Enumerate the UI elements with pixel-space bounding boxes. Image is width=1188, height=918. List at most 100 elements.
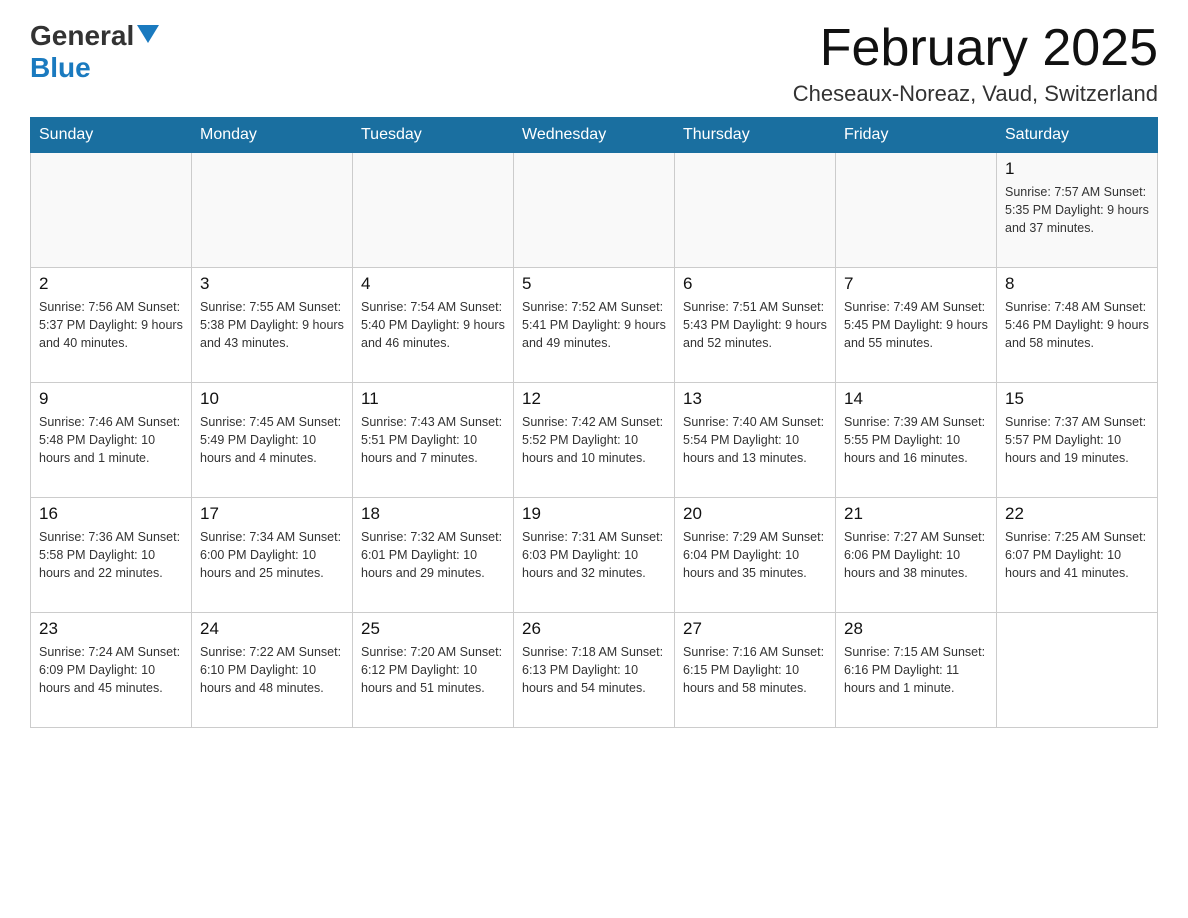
day-number: 24: [200, 619, 344, 639]
logo-general-text: General: [30, 20, 134, 52]
day-number: 5: [522, 274, 666, 294]
day-info: Sunrise: 7:18 AM Sunset: 6:13 PM Dayligh…: [522, 643, 666, 697]
calendar-cell: [192, 153, 353, 268]
calendar-cell: 13Sunrise: 7:40 AM Sunset: 5:54 PM Dayli…: [675, 383, 836, 498]
day-info: Sunrise: 7:56 AM Sunset: 5:37 PM Dayligh…: [39, 298, 183, 352]
col-monday: Monday: [192, 118, 353, 153]
calendar-cell: 11 Sunrise: 7:43 AM Sunset: 5:51 PM Dayli…: [353, 383, 514, 498]
calendar-cell: [31, 153, 192, 268]
day-info: Sunrise: 7:49 AM Sunset: 5:45 PM Dayligh…: [844, 298, 988, 352]
day-number: 1: [1005, 159, 1149, 179]
calendar-cell: 21Sunrise: 7:27 AM Sunset: 6:06 PM Dayli…: [836, 498, 997, 613]
day-info: Sunrise: 7:31 AM Sunset: 6:03 PM Dayligh…: [522, 528, 666, 582]
calendar-week-5: 23 Sunrise: 7:24 AM Sunset: 6:09 PM Dayli…: [31, 613, 1158, 728]
calendar-cell: 8 Sunrise: 7:48 AM Sunset: 5:46 PM Daylig…: [997, 268, 1158, 383]
title-section: February 2025 Cheseaux-Noreaz, Vaud, Swi…: [793, 20, 1158, 107]
col-thursday: Thursday: [675, 118, 836, 153]
calendar-cell: 12 Sunrise: 7:42 AM Sunset: 5:52 PM Dayli…: [514, 383, 675, 498]
calendar-cell: 27Sunrise: 7:16 AM Sunset: 6:15 PM Dayli…: [675, 613, 836, 728]
calendar-cell: 5 Sunrise: 7:52 AM Sunset: 5:41 PM Daylig…: [514, 268, 675, 383]
calendar-cell: 23 Sunrise: 7:24 AM Sunset: 6:09 PM Dayli…: [31, 613, 192, 728]
day-number: 16: [39, 504, 183, 524]
day-info: Sunrise: 7:43 AM Sunset: 5:51 PM Dayligh…: [361, 413, 505, 467]
calendar-title: February 2025: [793, 20, 1158, 77]
col-saturday: Saturday: [997, 118, 1158, 153]
day-number: 20: [683, 504, 827, 524]
day-info: Sunrise: 7:55 AM Sunset: 5:38 PM Dayligh…: [200, 298, 344, 352]
day-info: Sunrise: 7:34 AM Sunset: 6:00 PM Dayligh…: [200, 528, 344, 582]
day-number: 12: [522, 389, 666, 409]
calendar-cell: [836, 153, 997, 268]
calendar-table: Sunday Monday Tuesday Wednesday Thursday…: [30, 117, 1158, 728]
calendar-cell: 6 Sunrise: 7:51 AM Sunset: 5:43 PM Daylig…: [675, 268, 836, 383]
day-info: Sunrise: 7:45 AM Sunset: 5:49 PM Dayligh…: [200, 413, 344, 467]
day-info: Sunrise: 7:46 AM Sunset: 5:48 PM Dayligh…: [39, 413, 183, 467]
day-info: Sunrise: 7:39 AM Sunset: 5:55 PM Dayligh…: [844, 413, 988, 467]
calendar-cell: [997, 613, 1158, 728]
day-number: 3: [200, 274, 344, 294]
calendar-cell: 2 Sunrise: 7:56 AM Sunset: 5:37 PM Daylig…: [31, 268, 192, 383]
calendar-cell: 15 Sunrise: 7:37 AM Sunset: 5:57 PM Dayli…: [997, 383, 1158, 498]
calendar-cell: 16Sunrise: 7:36 AM Sunset: 5:58 PM Dayli…: [31, 498, 192, 613]
day-info: Sunrise: 7:51 AM Sunset: 5:43 PM Dayligh…: [683, 298, 827, 352]
day-number: 25: [361, 619, 505, 639]
day-number: 8: [1005, 274, 1149, 294]
day-number: 15: [1005, 389, 1149, 409]
calendar-cell: 28Sunrise: 7:15 AM Sunset: 6:16 PM Dayli…: [836, 613, 997, 728]
day-number: 11: [361, 389, 505, 409]
day-info: Sunrise: 7:54 AM Sunset: 5:40 PM Dayligh…: [361, 298, 505, 352]
calendar-cell: 9 Sunrise: 7:46 AM Sunset: 5:48 PM Daylig…: [31, 383, 192, 498]
calendar-cell: [514, 153, 675, 268]
col-sunday: Sunday: [31, 118, 192, 153]
day-number: 28: [844, 619, 988, 639]
day-number: 14: [844, 389, 988, 409]
day-info: Sunrise: 7:57 AM Sunset: 5:35 PM Dayligh…: [1005, 183, 1149, 237]
calendar-cell: 17 Sunrise: 7:34 AM Sunset: 6:00 PM Dayli…: [192, 498, 353, 613]
day-number: 26: [522, 619, 666, 639]
day-info: Sunrise: 7:42 AM Sunset: 5:52 PM Dayligh…: [522, 413, 666, 467]
calendar-cell: 25 Sunrise: 7:20 AM Sunset: 6:12 PM Dayli…: [353, 613, 514, 728]
calendar-week-1: 1 Sunrise: 7:57 AM Sunset: 5:35 PM Daylig…: [31, 153, 1158, 268]
calendar-cell: 14 Sunrise: 7:39 AM Sunset: 5:55 PM Dayli…: [836, 383, 997, 498]
calendar-cell: 19 Sunrise: 7:31 AM Sunset: 6:03 PM Dayli…: [514, 498, 675, 613]
day-info: Sunrise: 7:37 AM Sunset: 5:57 PM Dayligh…: [1005, 413, 1149, 467]
calendar-cell: 22 Sunrise: 7:25 AM Sunset: 6:07 PM Dayli…: [997, 498, 1158, 613]
day-number: 4: [361, 274, 505, 294]
day-number: 22: [1005, 504, 1149, 524]
calendar-cell: 3 Sunrise: 7:55 AM Sunset: 5:38 PM Daylig…: [192, 268, 353, 383]
day-info: Sunrise: 7:32 AM Sunset: 6:01 PM Dayligh…: [361, 528, 505, 582]
day-number: 6: [683, 274, 827, 294]
calendar-header-row: Sunday Monday Tuesday Wednesday Thursday…: [31, 118, 1158, 153]
day-number: 17: [200, 504, 344, 524]
logo-triangle-icon: [137, 25, 159, 43]
day-info: Sunrise: 7:52 AM Sunset: 5:41 PM Dayligh…: [522, 298, 666, 352]
day-info: Sunrise: 7:22 AM Sunset: 6:10 PM Dayligh…: [200, 643, 344, 697]
calendar-cell: [353, 153, 514, 268]
page-header: General Blue February 2025 Cheseaux-Nore…: [30, 20, 1158, 107]
day-info: Sunrise: 7:24 AM Sunset: 6:09 PM Dayligh…: [39, 643, 183, 697]
day-number: 2: [39, 274, 183, 294]
day-number: 19: [522, 504, 666, 524]
day-number: 21: [844, 504, 988, 524]
calendar-week-2: 2 Sunrise: 7:56 AM Sunset: 5:37 PM Daylig…: [31, 268, 1158, 383]
day-info: Sunrise: 7:20 AM Sunset: 6:12 PM Dayligh…: [361, 643, 505, 697]
col-tuesday: Tuesday: [353, 118, 514, 153]
logo: General Blue: [30, 20, 159, 84]
day-number: 23: [39, 619, 183, 639]
day-number: 27: [683, 619, 827, 639]
calendar-cell: 26 Sunrise: 7:18 AM Sunset: 6:13 PM Dayli…: [514, 613, 675, 728]
col-friday: Friday: [836, 118, 997, 153]
calendar-cell: 18 Sunrise: 7:32 AM Sunset: 6:01 PM Dayli…: [353, 498, 514, 613]
day-info: Sunrise: 7:48 AM Sunset: 5:46 PM Dayligh…: [1005, 298, 1149, 352]
calendar-cell: 1 Sunrise: 7:57 AM Sunset: 5:35 PM Daylig…: [997, 153, 1158, 268]
day-number: 10: [200, 389, 344, 409]
logo-blue-text: Blue: [30, 52, 91, 83]
calendar-cell: 10 Sunrise: 7:45 AM Sunset: 5:49 PM Dayli…: [192, 383, 353, 498]
day-number: 7: [844, 274, 988, 294]
day-info: Sunrise: 7:25 AM Sunset: 6:07 PM Dayligh…: [1005, 528, 1149, 582]
calendar-subtitle: Cheseaux-Noreaz, Vaud, Switzerland: [793, 81, 1158, 107]
day-number: 18: [361, 504, 505, 524]
calendar-cell: 7 Sunrise: 7:49 AM Sunset: 5:45 PM Daylig…: [836, 268, 997, 383]
day-number: 9: [39, 389, 183, 409]
calendar-cell: 24 Sunrise: 7:22 AM Sunset: 6:10 PM Dayli…: [192, 613, 353, 728]
